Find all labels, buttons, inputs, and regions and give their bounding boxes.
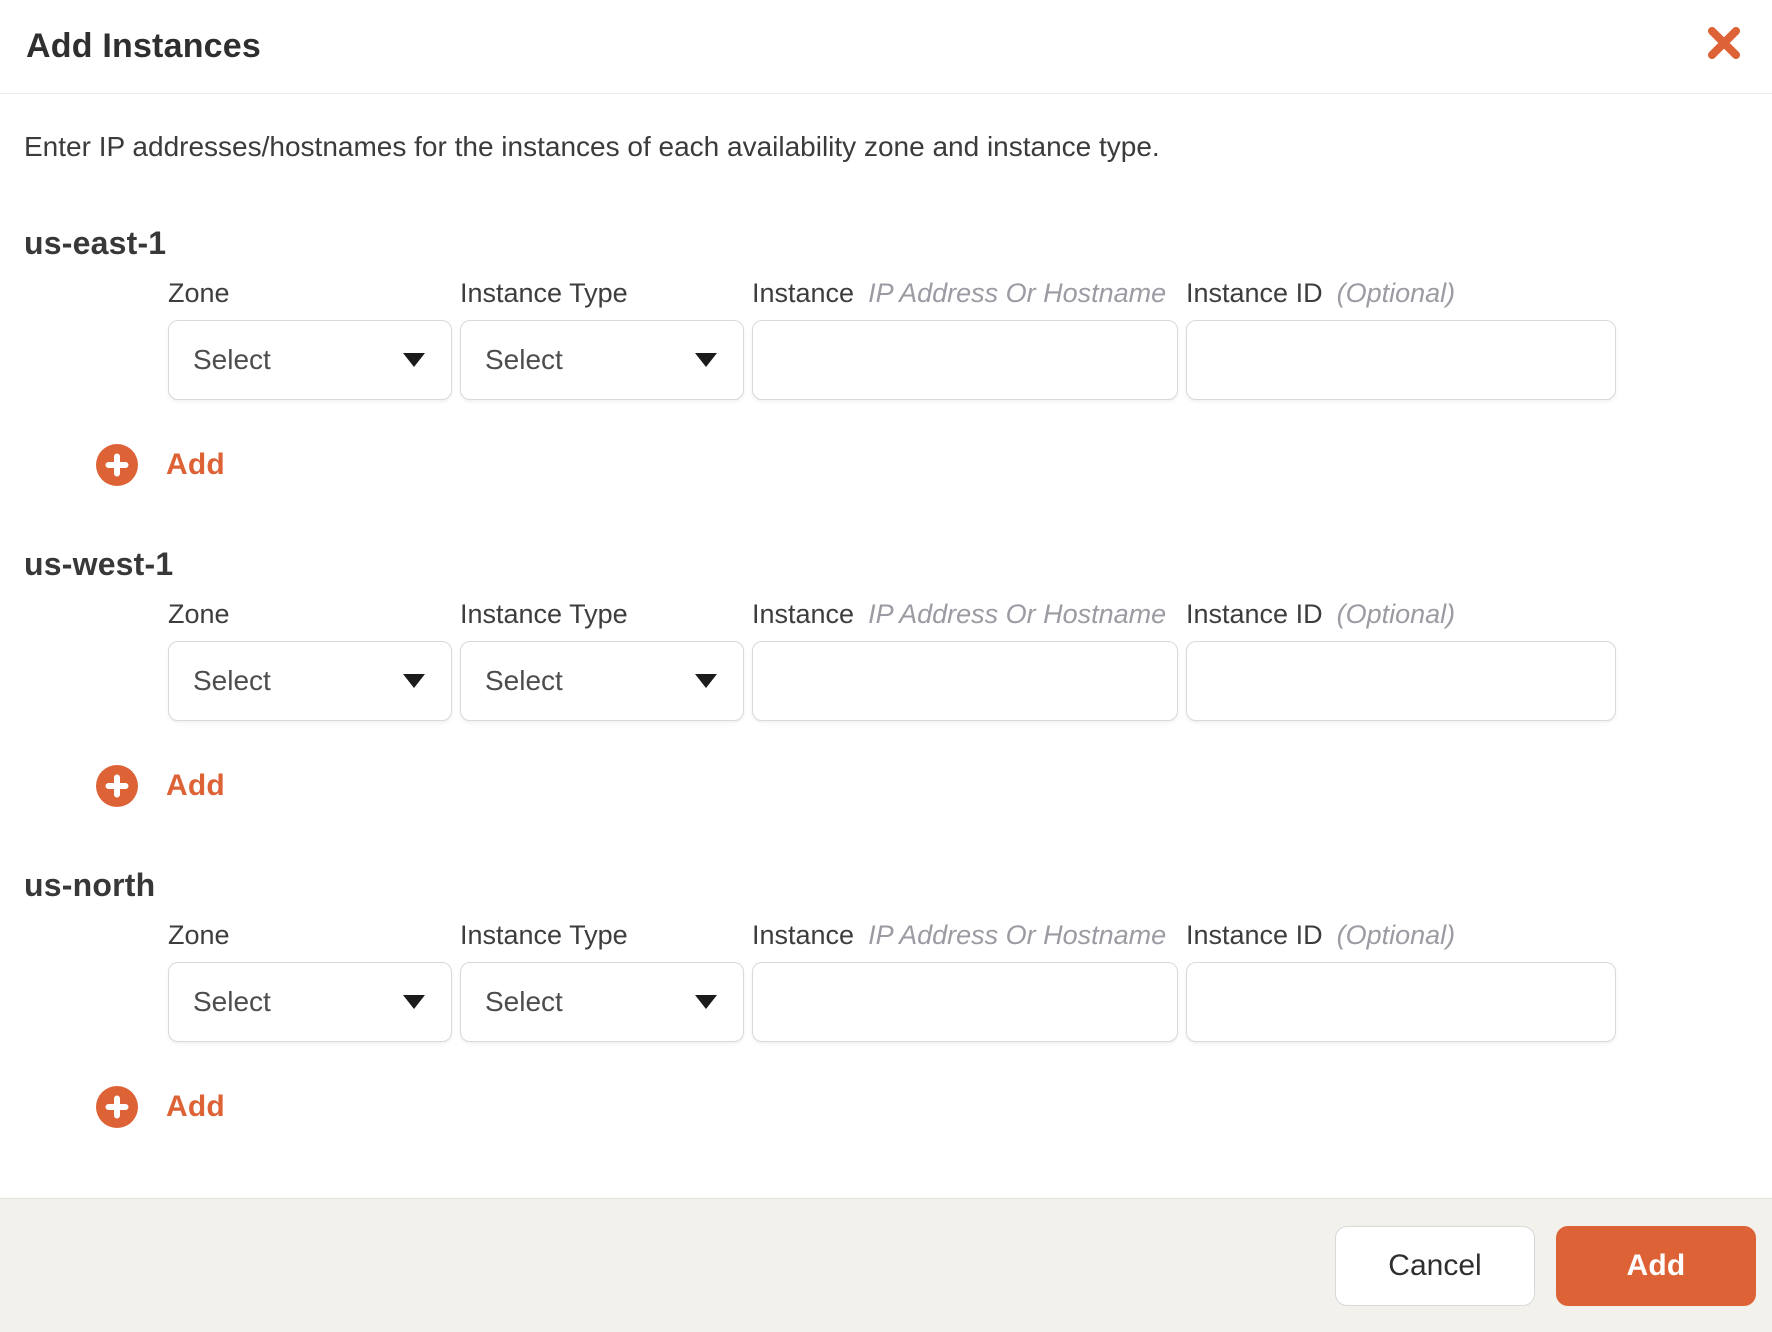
chevron-down-icon [695,995,717,1009]
instance-id-column: Instance ID (Optional) [1186,278,1616,400]
instance-field-row: Zone Select Instance Type Select Instanc… [168,599,1748,721]
instance-id-input[interactable] [1186,641,1616,721]
instance-id-hint: (Optional) [1336,278,1456,308]
instance-field-row: Zone Select Instance Type Select Instanc… [168,920,1748,1042]
instance-input[interactable] [752,641,1178,721]
modal-body: Enter IP addresses/hostnames for the ins… [0,94,1772,1198]
modal-footer: Cancel Add [0,1198,1772,1332]
instance-hint: IP Address Or Hostname [868,278,1167,308]
instance-type-label: Instance Type [460,278,628,308]
zone-label: Zone [168,599,230,629]
zone-select[interactable]: Select [168,641,452,721]
instance-hint: IP Address Or Hostname [868,920,1167,950]
instance-label: Instance [752,599,855,629]
instance-id-input[interactable] [1186,962,1616,1042]
instance-type-column: Instance Type Select [460,599,744,721]
zone-section: us-east-1 Zone Select Instance Type Sele… [24,225,1748,486]
zone-section-title: us-west-1 [24,546,174,582]
chevron-down-icon [695,353,717,367]
modal-header: Add Instances [0,0,1772,94]
chevron-down-icon [403,674,425,688]
instance-type-select[interactable]: Select [460,320,744,400]
cancel-button[interactable]: Cancel [1335,1225,1535,1306]
instance-type-select[interactable]: Select [460,962,744,1042]
close-button[interactable] [1702,21,1746,65]
instance-input[interactable] [752,962,1178,1042]
zone-select[interactable]: Select [168,962,452,1042]
zone-column: Zone Select [168,599,452,721]
instance-input[interactable] [752,320,1178,400]
instance-id-label: Instance ID [1186,599,1323,629]
instance-type-label: Instance Type [460,920,628,950]
instance-id-label: Instance ID [1186,278,1323,308]
zone-label: Zone [168,920,230,950]
instance-column: Instance IP Address Or Hostname [752,278,1178,400]
zone-section: us-west-1 Zone Select Instance Type Sele… [24,546,1748,807]
plus-icon [96,444,138,486]
instance-label: Instance [752,278,855,308]
zone-section: us-north Zone Select Instance Type Selec… [24,867,1748,1128]
zone-select[interactable]: Select [168,320,452,400]
chevron-down-icon [695,674,717,688]
instance-hint: IP Address Or Hostname [868,599,1167,629]
plus-icon [96,765,138,807]
add-row-button[interactable]: Add [96,444,225,486]
instance-type-label: Instance Type [460,599,628,629]
zone-section-title: us-east-1 [24,225,167,261]
plus-icon [96,1086,138,1128]
instance-field-row: Zone Select Instance Type Select Instanc… [168,278,1748,400]
close-icon [1708,26,1740,59]
instance-id-hint: (Optional) [1336,920,1456,950]
instance-id-label: Instance ID [1186,920,1323,950]
instance-column: Instance IP Address Or Hostname [752,599,1178,721]
instance-type-select[interactable]: Select [460,641,744,721]
zone-column: Zone Select [168,278,452,400]
modal-description: Enter IP addresses/hostnames for the ins… [24,131,1160,162]
instance-column: Instance IP Address Or Hostname [752,920,1178,1042]
zone-section-title: us-north [24,867,156,903]
instance-id-column: Instance ID (Optional) [1186,599,1616,721]
chevron-down-icon [403,353,425,367]
instance-id-column: Instance ID (Optional) [1186,920,1616,1042]
zone-label: Zone [168,278,230,308]
chevron-down-icon [403,995,425,1009]
add-row-button[interactable]: Add [96,765,225,807]
instance-id-input[interactable] [1186,320,1616,400]
add-row-button[interactable]: Add [96,1086,225,1128]
instance-label: Instance [752,920,855,950]
zone-column: Zone Select [168,920,452,1042]
instance-type-column: Instance Type Select [460,278,744,400]
instance-type-column: Instance Type Select [460,920,744,1042]
instance-id-hint: (Optional) [1336,599,1456,629]
add-button[interactable]: Add [1556,1225,1756,1306]
modal-title: Add Instances [26,27,261,65]
